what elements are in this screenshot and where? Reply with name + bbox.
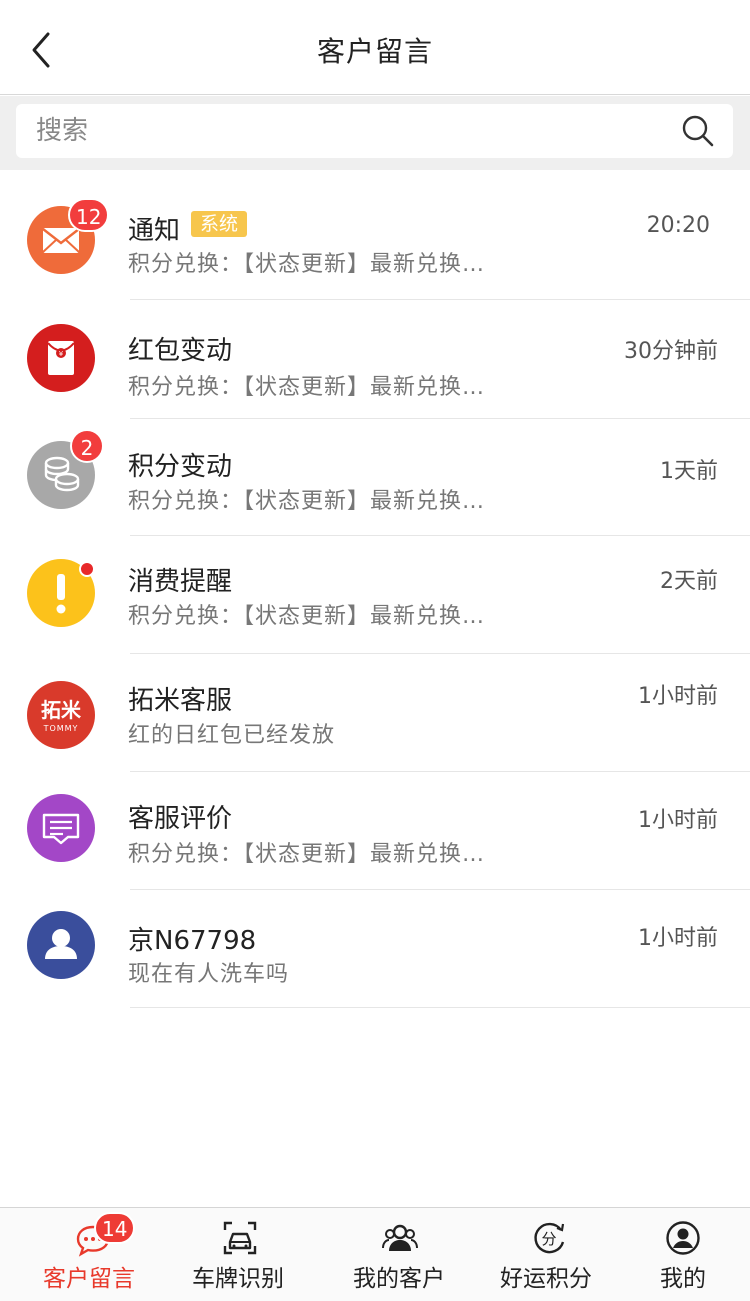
tab-me[interactable]: 我的: [640, 1208, 730, 1301]
item-title: 客服评价: [128, 804, 233, 834]
list-item[interactable]: 京N67798 1小时前 现在有人洗车吗: [0, 890, 750, 1008]
item-time: 20:20: [646, 213, 710, 238]
item-title: 拓米客服: [128, 686, 233, 716]
item-preview: 积分兑换：【状态更新】最新兑换…: [128, 252, 486, 277]
car-scan-icon: [223, 1221, 257, 1255]
svg-text:¥: ¥: [59, 350, 64, 358]
avatar: [27, 911, 95, 979]
item-time: 30分钟前: [624, 339, 718, 364]
item-title: 通知: [128, 216, 181, 246]
svg-text:拓米: 拓米: [41, 698, 82, 722]
item-title: 消费提醒: [128, 567, 233, 597]
system-tag: 系统: [191, 211, 248, 237]
item-preview: 积分兑换：【状态更新】最新兑换…: [128, 489, 486, 514]
item-title: 京N67798: [128, 926, 257, 956]
unread-badge: 12: [68, 198, 110, 232]
search-icon[interactable]: [681, 114, 715, 148]
item-time: 1天前: [660, 459, 718, 484]
people-icon: [382, 1224, 418, 1251]
tab-badge: 14: [94, 1212, 136, 1244]
list-item[interactable]: 拓米 TOMMY 拓米客服 1小时前 红的日红包已经发放: [0, 654, 750, 772]
item-preview: 红的日红包已经发放: [128, 723, 336, 748]
search-box[interactable]: [16, 104, 733, 158]
list-item[interactable]: ¥ 红包变动 30分钟前 积分兑换：【状态更新】最新兑换…: [0, 300, 750, 419]
unread-dot: [79, 561, 95, 577]
avatar: 拓米 TOMMY: [27, 681, 95, 749]
item-time: 1小时前: [638, 684, 718, 709]
svg-text:分: 分: [541, 1230, 556, 1248]
tommy-logo-icon: 拓米 TOMMY: [41, 698, 82, 733]
divider: [130, 1007, 750, 1008]
tab-lucky-points[interactable]: 分 好运积分: [488, 1208, 610, 1301]
item-time: 1小时前: [638, 926, 718, 951]
tab-plate-recognition[interactable]: 车牌识别: [180, 1208, 302, 1301]
user-icon: [45, 929, 77, 959]
profile-icon: [666, 1221, 700, 1255]
chat-list-icon: [42, 813, 80, 845]
tab-label: 我的: [660, 1266, 706, 1292]
list-item[interactable]: 客服评价 1小时前 积分兑换：【状态更新】最新兑换…: [0, 772, 750, 890]
tab-customer-messages[interactable]: 14 客户留言: [30, 1208, 152, 1301]
avatar: ¥: [27, 324, 95, 392]
tab-label: 客户留言: [43, 1266, 135, 1292]
red-envelope-icon: ¥: [47, 341, 75, 375]
item-preview: 积分兑换：【状态更新】最新兑换…: [128, 604, 486, 629]
item-time: 2天前: [660, 569, 718, 594]
nav-bar: 客户留言: [0, 0, 750, 95]
tab-label: 我的客户: [353, 1266, 445, 1292]
search-input[interactable]: [36, 110, 656, 152]
bottom-tab-bar: 14 客户留言 车牌识别 我的客户 分 好运积分 我的: [0, 1207, 750, 1301]
item-time: 1小时前: [638, 808, 718, 833]
item-preview: 积分兑换：【状态更新】最新兑换…: [128, 375, 486, 400]
points-icon: 分: [534, 1222, 565, 1254]
list-item[interactable]: 12 通知 系统 20:20 积分兑换：【状态更新】最新兑换…: [0, 170, 750, 300]
page-title: 客户留言: [316, 35, 433, 68]
unread-badge: 2: [70, 429, 104, 463]
item-title: 红包变动: [128, 336, 233, 366]
avatar: [27, 794, 95, 862]
svg-text:TOMMY: TOMMY: [43, 724, 79, 733]
list-item[interactable]: 2 积分变动 1天前 积分兑换：【状态更新】最新兑换…: [0, 419, 750, 537]
tab-my-customers[interactable]: 我的客户: [340, 1208, 462, 1301]
item-preview: 现在有人洗车吗: [128, 962, 290, 987]
tab-label: 好运积分: [500, 1266, 592, 1292]
tab-label: 车牌识别: [192, 1266, 284, 1292]
item-title: 积分变动: [128, 452, 233, 482]
search-bar: [0, 96, 750, 170]
item-preview: 积分兑换：【状态更新】最新兑换…: [128, 842, 486, 867]
list-item[interactable]: 消费提醒 2天前 积分兑换：【状态更新】最新兑换…: [0, 536, 750, 654]
